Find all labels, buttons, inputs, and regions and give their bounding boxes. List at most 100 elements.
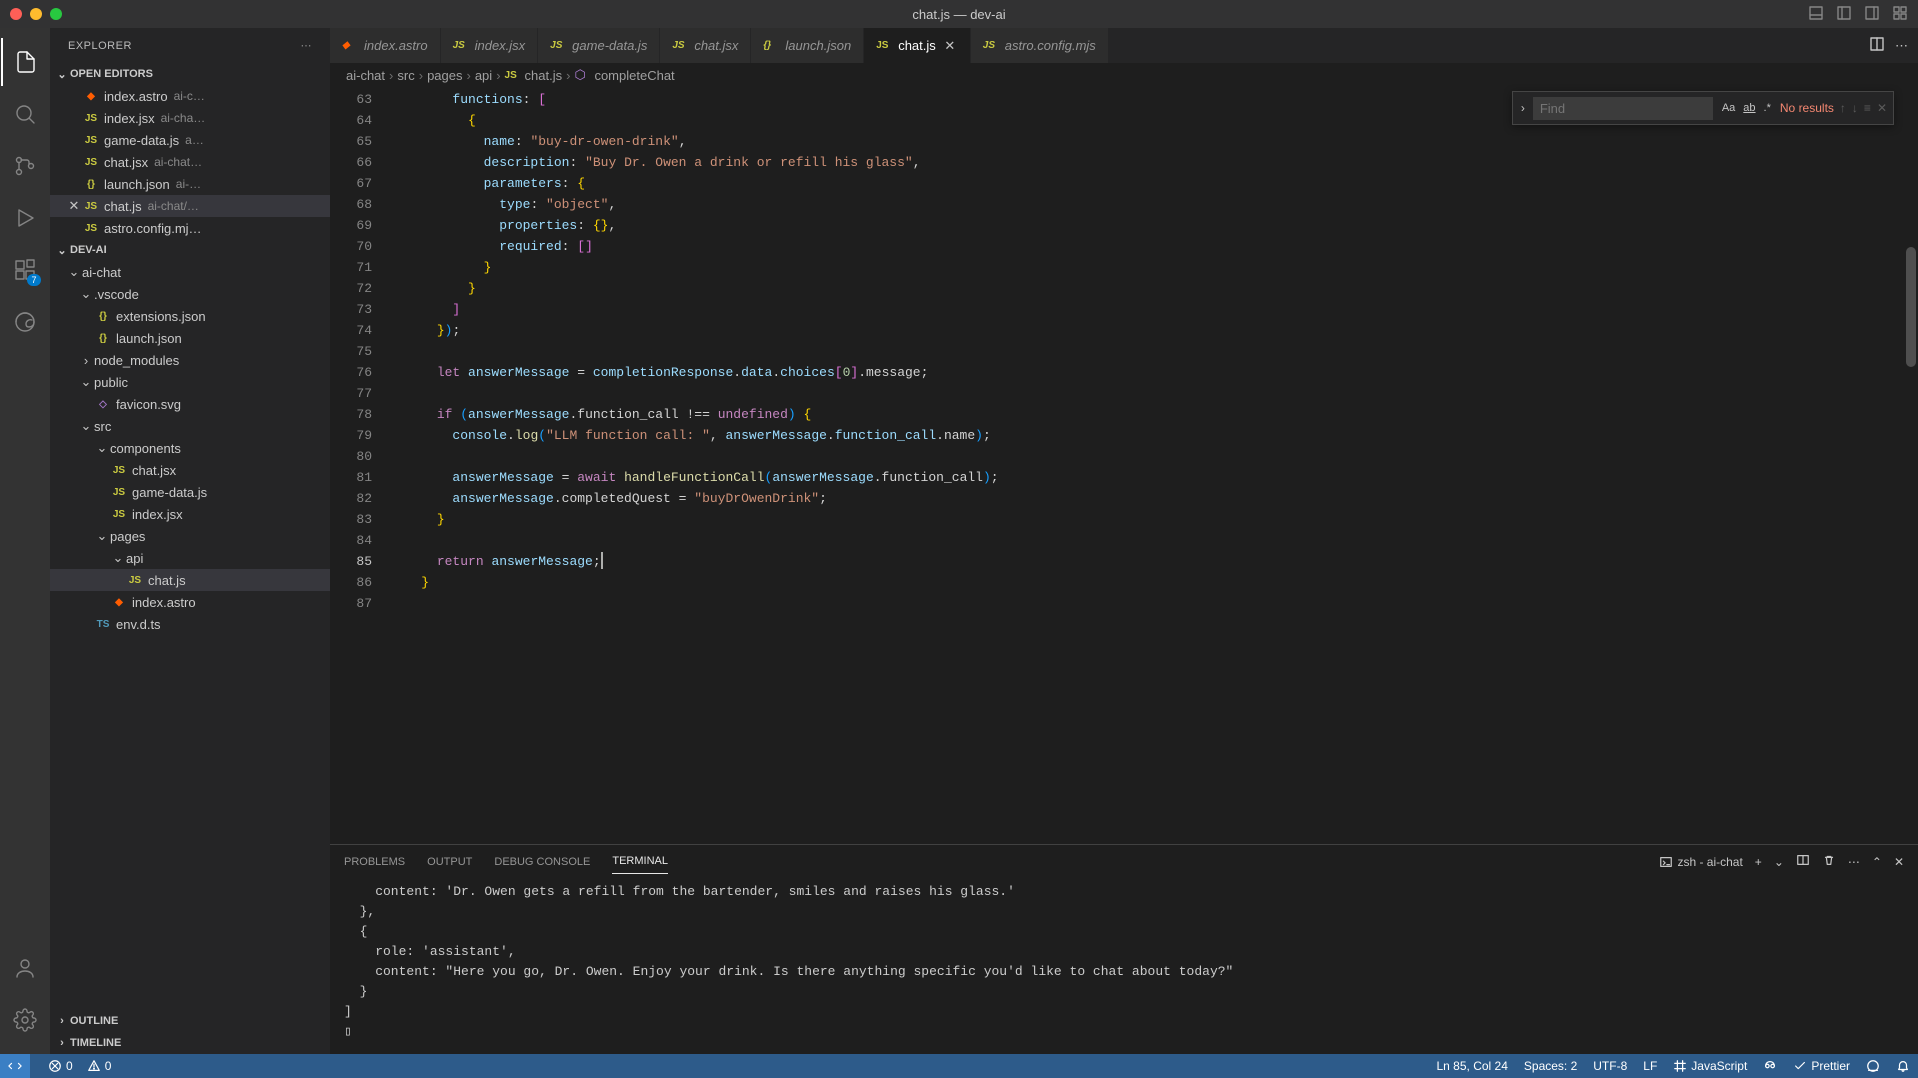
open-editor-item[interactable]: ✕JSastro.config.mj… <box>50 217 330 239</box>
indent-button[interactable]: Spaces: 2 <box>1524 1059 1577 1073</box>
panel-tab-problems[interactable]: PROBLEMS <box>344 850 405 874</box>
project-header[interactable]: ⌄ DEV-AI <box>50 239 330 261</box>
folder-item[interactable]: ⌄pages <box>50 525 330 547</box>
terminal-dropdown-icon[interactable]: ⌄ <box>1774 855 1784 869</box>
file-item[interactable]: {}launch.json <box>50 327 330 349</box>
breadcrumb-item[interactable]: completeChat <box>594 68 674 83</box>
editor-tab[interactable]: {}launch.json <box>751 28 864 63</box>
file-item[interactable]: JSchat.jsx <box>50 459 330 481</box>
folder-item[interactable]: ›node_modules <box>50 349 330 371</box>
editor-tab[interactable]: JSastro.config.mjs <box>971 28 1109 63</box>
panel-tab-debug-console[interactable]: DEBUG CONSOLE <box>494 850 590 874</box>
toggle-secondary-icon[interactable] <box>1864 5 1880 24</box>
language-button[interactable]: JavaScript <box>1673 1059 1747 1073</box>
scrollbar-thumb[interactable] <box>1906 247 1916 367</box>
find-prev-icon[interactable]: ↑ <box>1840 101 1846 115</box>
folder-item[interactable]: ⌄src <box>50 415 330 437</box>
breadcrumb-item[interactable]: api <box>475 68 492 83</box>
close-panel-icon[interactable]: ✕ <box>1894 855 1904 869</box>
breadcrumb-item[interactable]: chat.js <box>525 68 563 83</box>
edge-tab[interactable] <box>1 298 49 346</box>
close-icon[interactable]: ✕ <box>66 198 82 214</box>
new-terminal-icon[interactable]: + <box>1755 855 1762 869</box>
js-file-icon: JS <box>82 201 100 212</box>
split-editor-icon[interactable] <box>1869 36 1885 55</box>
encoding-button[interactable]: UTF-8 <box>1593 1059 1627 1073</box>
errors-button[interactable]: 0 <box>48 1059 73 1073</box>
terminal-output[interactable]: content: 'Dr. Owen gets a refill from th… <box>330 878 1918 1054</box>
find-selection-icon[interactable]: ≡ <box>1864 101 1871 115</box>
folder-item[interactable]: ⌄ai-chat <box>50 261 330 283</box>
open-editor-item[interactable]: ✕JSchat.jsxai-chat… <box>50 151 330 173</box>
open-editors-header[interactable]: ⌄ OPEN EDITORS <box>50 63 330 85</box>
toggle-panel-icon[interactable] <box>1808 5 1824 24</box>
open-editor-item[interactable]: ✕◆index.astroai-c… <box>50 85 330 107</box>
outline-header[interactable]: › OUTLINE <box>50 1010 330 1032</box>
find-close-icon[interactable]: ✕ <box>1877 101 1887 115</box>
find-next-icon[interactable]: ↓ <box>1852 101 1858 115</box>
maximize-panel-icon[interactable]: ⌃ <box>1872 855 1882 869</box>
settings-tab[interactable] <box>1 996 49 1044</box>
open-editor-item[interactable]: ✕JSindex.jsxai-cha… <box>50 107 330 129</box>
whole-word-icon[interactable]: ab <box>1740 100 1758 116</box>
editor-tab[interactable]: ◆index.astro <box>330 28 441 63</box>
find-input[interactable] <box>1533 97 1713 120</box>
panel-tab-output[interactable]: OUTPUT <box>427 850 472 874</box>
scm-tab[interactable] <box>1 142 49 190</box>
breadcrumb-item[interactable]: src <box>397 68 414 83</box>
toggle-sidebar-icon[interactable] <box>1836 5 1852 24</box>
eol-button[interactable]: LF <box>1643 1059 1657 1073</box>
copilot-icon[interactable] <box>1763 1059 1777 1073</box>
open-editor-item[interactable]: ✕JSchat.jsai-chat/… <box>50 195 330 217</box>
editor-tab[interactable]: JSgame-data.js <box>538 28 660 63</box>
more-icon[interactable]: ⋯ <box>1848 855 1860 869</box>
remote-button[interactable] <box>0 1054 30 1078</box>
file-item[interactable]: {}extensions.json <box>50 305 330 327</box>
editor-tab[interactable]: JSindex.jsx <box>441 28 539 63</box>
account-tab[interactable] <box>1 944 49 992</box>
prettier-button[interactable]: Prettier <box>1793 1059 1850 1073</box>
folder-item[interactable]: ⌄components <box>50 437 330 459</box>
file-item[interactable]: TSenv.d.ts <box>50 613 330 635</box>
explorer-tab[interactable] <box>1 38 49 86</box>
breadcrumb-item[interactable]: pages <box>427 68 462 83</box>
terminal-shell-label[interactable]: zsh - ai-chat <box>1659 855 1742 869</box>
search-tab[interactable] <box>1 90 49 138</box>
debug-tab[interactable] <box>1 194 49 242</box>
editor-scrollbar[interactable] <box>1904 87 1918 844</box>
file-item[interactable]: JSgame-data.js <box>50 481 330 503</box>
regex-icon[interactable]: .* <box>1761 100 1774 116</box>
minimize-window-button[interactable] <box>30 8 42 20</box>
folder-item[interactable]: ⌄public <box>50 371 330 393</box>
breadcrumb[interactable]: ai-chat›src›pages›api›JSchat.js›⬡complet… <box>330 63 1918 87</box>
file-item[interactable]: JSchat.js <box>50 569 330 591</box>
breadcrumb-item[interactable]: ai-chat <box>346 68 385 83</box>
sidebar-more-icon[interactable]: ⋯ <box>301 39 313 52</box>
find-expand-icon[interactable]: › <box>1519 101 1527 115</box>
open-editor-item[interactable]: ✕{}launch.jsonai-… <box>50 173 330 195</box>
folder-item[interactable]: ⌄api <box>50 547 330 569</box>
folder-item[interactable]: ⌄.vscode <box>50 283 330 305</box>
panel-tab-terminal[interactable]: TERMINAL <box>612 849 668 874</box>
editor-tab[interactable]: JSchat.jsx <box>660 28 751 63</box>
warnings-button[interactable]: 0 <box>87 1059 112 1073</box>
file-item[interactable]: ◆index.astro <box>50 591 330 613</box>
split-terminal-icon[interactable] <box>1796 853 1810 870</box>
file-item[interactable]: JSindex.jsx <box>50 503 330 525</box>
file-item[interactable]: ◇favicon.svg <box>50 393 330 415</box>
more-icon[interactable]: ⋯ <box>1895 38 1908 54</box>
extensions-tab[interactable]: 7 <box>1 246 49 294</box>
feedback-icon[interactable] <box>1866 1059 1880 1073</box>
close-tab-icon[interactable]: ✕ <box>942 38 958 54</box>
close-window-button[interactable] <box>10 8 22 20</box>
timeline-header[interactable]: › TIMELINE <box>50 1032 330 1054</box>
customize-layout-icon[interactable] <box>1892 5 1908 24</box>
open-editor-item[interactable]: ✕JSgame-data.jsa… <box>50 129 330 151</box>
editor-tab[interactable]: JSchat.js✕ <box>864 28 971 63</box>
maximize-window-button[interactable] <box>50 8 62 20</box>
kill-terminal-icon[interactable] <box>1822 853 1836 870</box>
code-content[interactable]: functions: [ { name: "buy-dr-owen-drink"… <box>390 87 1878 844</box>
bell-icon[interactable] <box>1896 1059 1910 1073</box>
cursor-position[interactable]: Ln 85, Col 24 <box>1437 1059 1508 1073</box>
match-case-icon[interactable]: Aa <box>1719 100 1738 116</box>
